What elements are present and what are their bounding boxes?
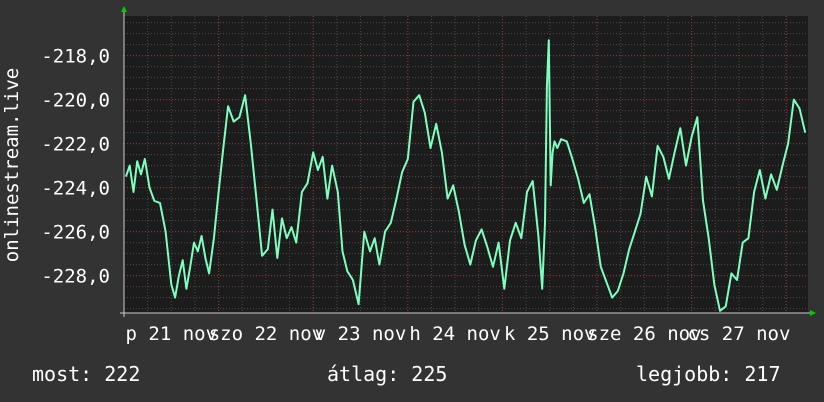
average-value: 225 bbox=[411, 362, 448, 386]
chart: -228,0 -226,0 -224,0 -222,0 -220,0 -218,0 p 2… bbox=[1, 6, 816, 345]
y-tick-label: -222,0 bbox=[41, 134, 110, 156]
current-stat: most: 222 bbox=[32, 362, 140, 386]
y-axis-arrow-icon bbox=[121, 6, 127, 12]
current-value: 222 bbox=[104, 362, 141, 386]
x-tick-label: szo 22 nov bbox=[209, 323, 323, 345]
x-tick-label: k 25 nov bbox=[504, 323, 596, 345]
y-axis-label: onlinestream.live bbox=[1, 68, 23, 262]
plot-area bbox=[124, 16, 808, 313]
x-tick-label: cs 27 nov bbox=[687, 323, 790, 345]
x-tick-label: p 21 nov bbox=[126, 323, 218, 345]
x-tick-label: sze 26 nov bbox=[587, 323, 701, 345]
best-value: 217 bbox=[744, 362, 781, 386]
x-tick-label: h 24 nov bbox=[409, 323, 501, 345]
x-axis-arrow-icon bbox=[810, 310, 816, 316]
average-label: átlag: bbox=[327, 362, 400, 386]
x-tick-label: v 23 nov bbox=[315, 323, 407, 345]
current-label: most: bbox=[32, 362, 93, 386]
y-tick-label: -228,0 bbox=[41, 266, 110, 288]
best-stat: legjobb: 217 bbox=[636, 362, 781, 386]
average-stat: átlag: 225 bbox=[327, 362, 447, 386]
y-tick-label: -226,0 bbox=[41, 222, 110, 244]
y-tick-labels: -228,0 -226,0 -224,0 -222,0 -220,0 -218,0 bbox=[41, 46, 110, 288]
x-tick-labels: p 21 novszo 22 novv 23 nov h 24 nov k 25 n… bbox=[126, 323, 791, 345]
y-tick-label: -218,0 bbox=[41, 46, 110, 68]
y-tick-label: -220,0 bbox=[41, 90, 110, 112]
y-tick-label: -224,0 bbox=[41, 178, 110, 200]
best-label: legjobb: bbox=[636, 362, 733, 386]
